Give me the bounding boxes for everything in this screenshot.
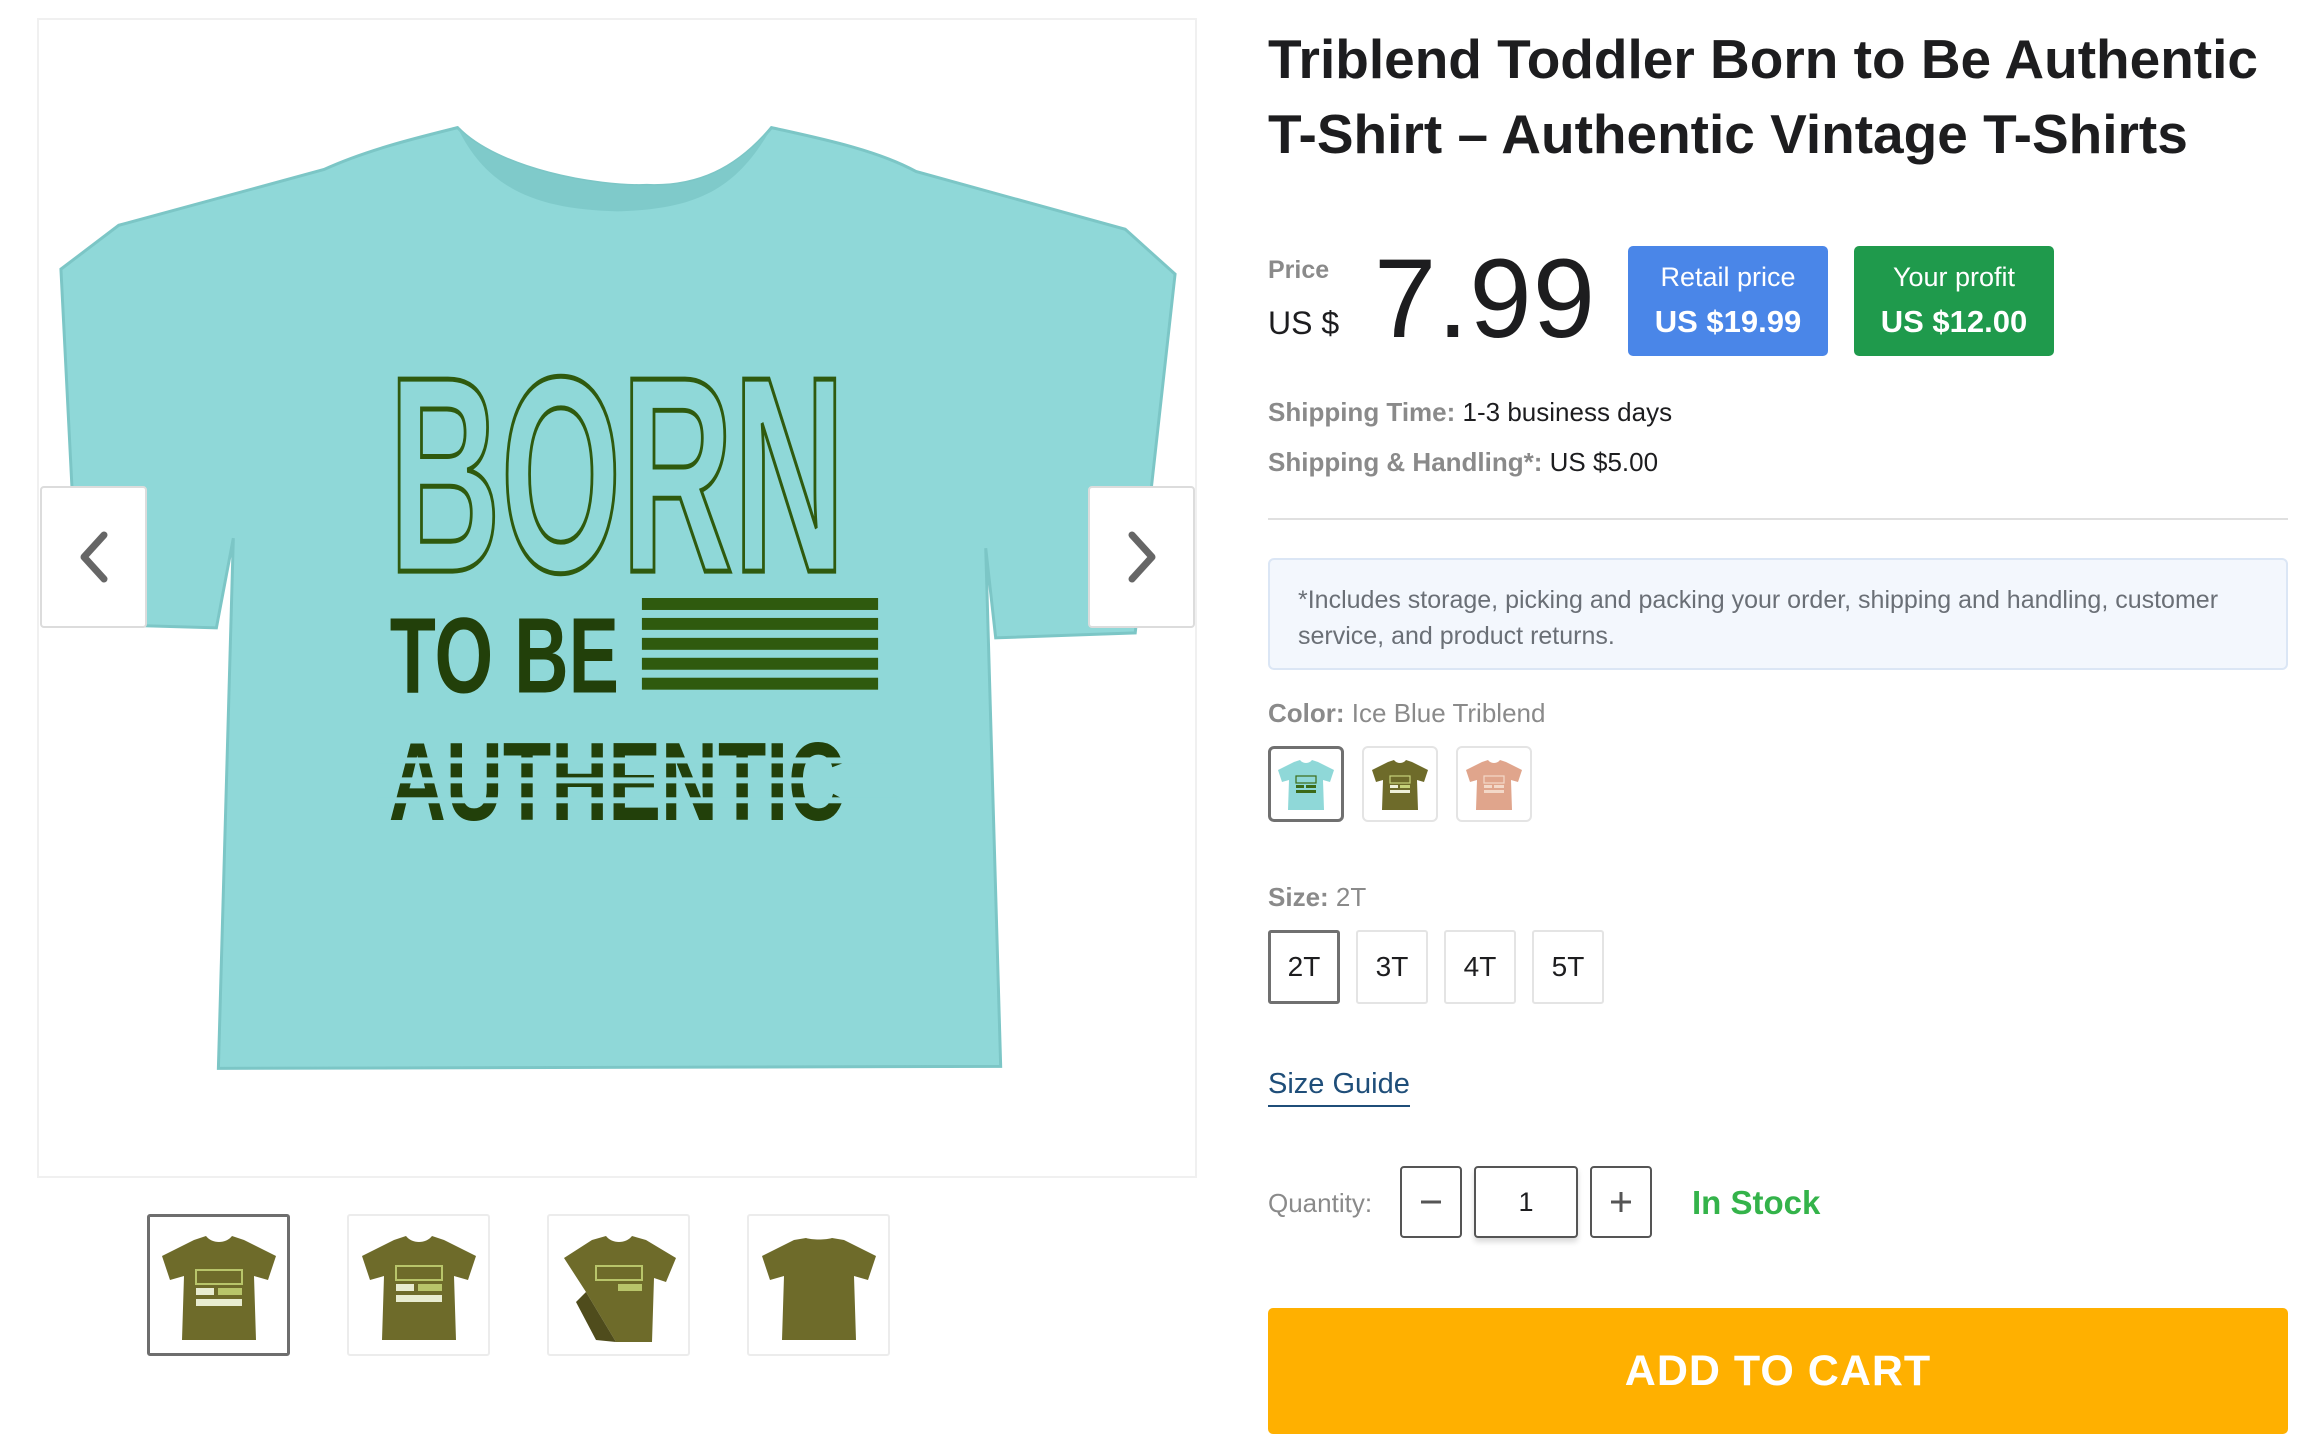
shipping-time-value: 1-3 business days <box>1462 397 1673 427</box>
retail-price-label: Retail price <box>1660 262 1796 292</box>
minus-icon <box>1421 1200 1441 1204</box>
size-options: 2T 3T 4T 5T <box>1268 930 1604 1004</box>
print-word-born: BORN <box>389 319 845 631</box>
profit-label: Your profit <box>1892 262 2016 292</box>
quantity-increase-button[interactable] <box>1590 1166 1652 1238</box>
quantity-input[interactable] <box>1474 1166 1578 1238</box>
price-value: 7.99 <box>1374 236 1596 361</box>
thumbnail-back[interactable] <box>747 1214 890 1356</box>
shipping-handling: Shipping & Handling*: US $5.00 <box>1268 447 1658 478</box>
price-label: Price <box>1268 256 1330 284</box>
size-guide-link[interactable]: Size Guide <box>1268 1068 1410 1107</box>
shipping-time-label: Shipping Time: <box>1268 397 1456 427</box>
chevron-right-icon <box>1128 531 1155 583</box>
size-label-text: Size: <box>1268 882 1329 912</box>
thumbnail-folded[interactable] <box>547 1214 690 1356</box>
tshirt-thumbnail <box>161 1236 276 1340</box>
quantity-decrease-button[interactable] <box>1400 1166 1462 1238</box>
product-title: Triblend Toddler Born to Be Authentic T-… <box>1268 28 2258 165</box>
thumbnail-front-1[interactable] <box>147 1214 290 1356</box>
color-swatches <box>1268 746 1532 822</box>
retail-price-value: US $19.99 <box>1654 304 1802 339</box>
shipping-handling-value: US $5.00 <box>1549 447 1659 477</box>
size-option-3t[interactable]: 3T <box>1356 930 1428 1004</box>
color-label-text: Color: <box>1268 698 1345 728</box>
color-label: Color: Ice Blue Triblend <box>1268 698 1545 729</box>
retail-price-badge: Retail price US $19.99 <box>1628 246 1828 356</box>
size-label: Size: 2T <box>1268 882 1366 913</box>
profit-value: US $12.00 <box>1880 304 2028 339</box>
color-swatch-peach[interactable] <box>1456 746 1532 822</box>
thumbnail-front-2[interactable] <box>347 1214 490 1356</box>
tshirt-swatch-icon <box>1278 760 1334 810</box>
tshirt-thumbnail <box>563 1236 676 1342</box>
shipping-note: *Includes storage, picking and packing y… <box>1268 558 2288 670</box>
stock-status: In Stock <box>1692 1184 1821 1221</box>
chevron-left-icon <box>80 531 107 583</box>
tshirt-swatch-icon <box>1466 760 1522 810</box>
profit-badge: Your profit US $12.00 <box>1854 246 2054 356</box>
tshirt-swatch-icon <box>1372 760 1428 810</box>
tshirt-image: BORN TO BE AUTHENTIC <box>59 125 1177 1070</box>
print-word-to-be: TO BE <box>390 596 619 716</box>
size-selected-value: 2T <box>1335 882 1367 912</box>
shipping-handling-label: Shipping & Handling*: <box>1268 447 1543 477</box>
quantity-label: Quantity: <box>1268 1188 1373 1218</box>
add-to-cart-button[interactable]: ADD TO CART <box>1268 1308 2288 1434</box>
color-swatch-ice-blue[interactable] <box>1268 746 1344 822</box>
tshirt-thumbnail <box>361 1236 476 1340</box>
tshirt-thumbnail <box>761 1238 876 1340</box>
gallery-prev-button[interactable] <box>40 486 147 628</box>
gallery-next-button[interactable] <box>1088 486 1195 628</box>
color-selected-value: Ice Blue Triblend <box>1351 698 1546 728</box>
plus-icon <box>1611 1192 1631 1212</box>
color-swatch-olive[interactable] <box>1362 746 1438 822</box>
thumbnail-strip <box>147 1214 890 1356</box>
divider <box>1268 518 2288 520</box>
size-option-4t[interactable]: 4T <box>1444 930 1516 1004</box>
size-option-2t[interactable]: 2T <box>1268 930 1340 1004</box>
price-currency: US $ <box>1268 305 1340 341</box>
shipping-time: Shipping Time: 1-3 business days <box>1268 397 1672 428</box>
main-product-image[interactable]: BORN TO BE AUTHENTIC <box>37 18 1197 1178</box>
size-option-5t[interactable]: 5T <box>1532 930 1604 1004</box>
